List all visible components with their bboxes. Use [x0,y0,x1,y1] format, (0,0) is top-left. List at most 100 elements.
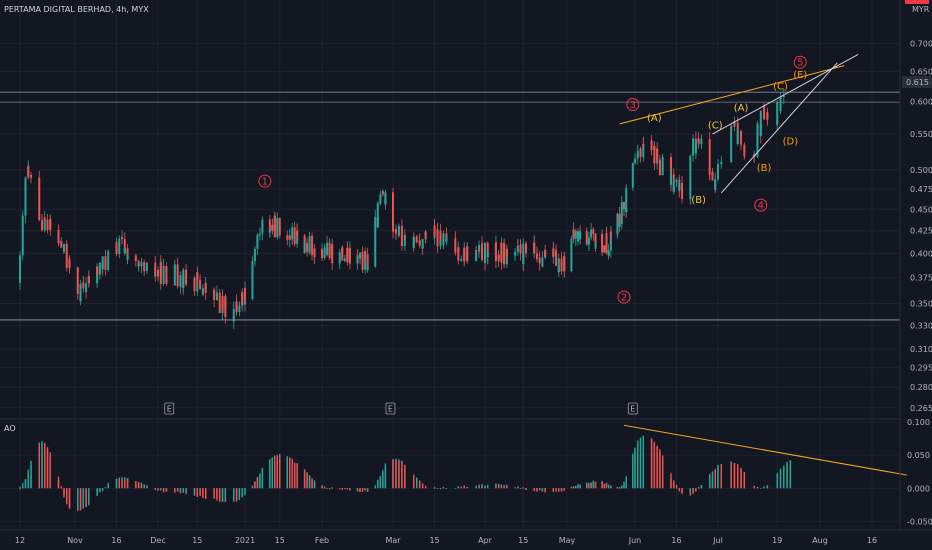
ao-bar[interactable] [439,488,442,490]
ao-bar[interactable] [733,463,736,489]
ao-bar[interactable] [216,488,218,501]
ao-bar[interactable] [179,488,182,493]
candle-body[interactable] [199,280,202,289]
ao-bar[interactable] [766,485,769,489]
candle-body[interactable] [278,226,281,236]
candle-body[interactable] [457,247,460,261]
candle-body[interactable] [609,231,612,235]
ao-bar[interactable] [121,479,123,489]
ao-bar[interactable] [356,488,359,491]
ao-bar[interactable] [433,487,436,489]
candle-body[interactable] [221,296,224,309]
ao-bar[interactable] [366,488,369,492]
candle-body[interactable] [137,263,140,267]
candle-body[interactable] [486,252,489,258]
candle-body[interactable] [570,238,573,254]
ao-bar[interactable] [60,486,62,489]
ao-bar[interactable] [328,488,331,490]
candle-body[interactable] [766,112,769,120]
candle-body[interactable] [308,235,311,252]
ao-bar[interactable] [193,488,196,495]
ao-bar[interactable] [753,487,755,489]
ao-bar[interactable] [740,469,742,489]
candle-body[interactable] [466,246,469,261]
candle-body[interactable] [215,292,218,297]
candle-body[interactable] [276,218,279,220]
candle-body[interactable] [258,233,261,235]
candle-body[interactable] [585,243,588,245]
ao-bar[interactable] [720,464,722,489]
ao-bar[interactable] [481,485,483,489]
ao-bar[interactable] [398,461,400,489]
ao-bar[interactable] [57,480,60,489]
ao-bar[interactable] [82,488,84,509]
candle-body[interactable] [276,218,279,237]
candle-body[interactable] [104,259,107,270]
candle-body[interactable] [348,248,351,264]
ao-bar[interactable] [235,488,238,502]
ao-bar[interactable] [202,488,204,498]
candle-body[interactable] [433,225,436,235]
ao-bar[interactable] [271,457,274,489]
ao-bar[interactable] [60,488,62,489]
candle-body[interactable] [57,238,60,244]
ao-bar[interactable] [44,443,46,489]
candle-body[interactable] [541,257,544,267]
ao-bar[interactable] [143,484,145,489]
ao-bar[interactable] [135,481,137,489]
ao-bar[interactable] [401,461,403,489]
candle-body[interactable] [481,243,484,260]
candle-body[interactable] [346,247,349,263]
ao-bar[interactable] [96,488,98,495]
candle-body[interactable] [361,252,364,270]
ao-bar[interactable] [605,483,608,489]
ao-bar[interactable] [104,487,107,489]
candle-body[interactable] [182,269,185,288]
candle-body[interactable] [544,250,547,257]
candle-body[interactable] [87,276,90,284]
candle-body[interactable] [157,270,159,277]
candle-body[interactable] [689,161,692,200]
ao-bar[interactable] [558,488,560,492]
ao-bar[interactable] [107,482,109,489]
ao-bar[interactable] [308,475,311,489]
candle-body[interactable] [118,238,121,249]
ao-bar[interactable] [454,488,457,489]
candle-body[interactable] [672,181,675,192]
ao-bar[interactable] [286,456,288,489]
ao-bar[interactable] [697,488,700,489]
ao-bar[interactable] [395,459,397,489]
candle-body[interactable] [497,254,500,260]
candle-body[interactable] [717,164,719,174]
candle-body[interactable] [173,264,176,285]
candle-body[interactable] [711,171,714,181]
ao-bar[interactable] [460,487,462,489]
candle-body[interactable] [500,242,503,263]
candle-body[interactable] [397,225,400,236]
candle-body[interactable] [697,138,700,145]
candle-body[interactable] [268,230,271,233]
candle-body[interactable] [19,255,21,275]
candle-body[interactable] [204,283,207,293]
candle-body[interactable] [21,238,24,256]
ao-bar[interactable] [776,473,778,489]
candle-body[interactable] [463,247,466,262]
candle-body[interactable] [326,242,329,255]
ao-bar[interactable] [517,486,519,489]
candle-body[interactable] [522,243,525,264]
candle-body[interactable] [692,138,695,152]
candle-body[interactable] [43,217,46,220]
ao-bar[interactable] [737,466,739,489]
candle-body[interactable] [535,254,538,260]
ao-bar[interactable] [533,488,535,492]
ao-bar[interactable] [349,488,351,490]
candle-body[interactable] [572,229,575,239]
candle-body[interactable] [392,227,394,232]
ao-bar[interactable] [590,483,592,489]
ao-bar[interactable] [424,487,427,489]
ao-bar[interactable] [416,477,418,489]
ao-bar[interactable] [714,469,716,489]
ao-bar[interactable] [364,488,366,491]
ao-bar[interactable] [717,464,719,489]
candle-body[interactable] [21,215,24,239]
